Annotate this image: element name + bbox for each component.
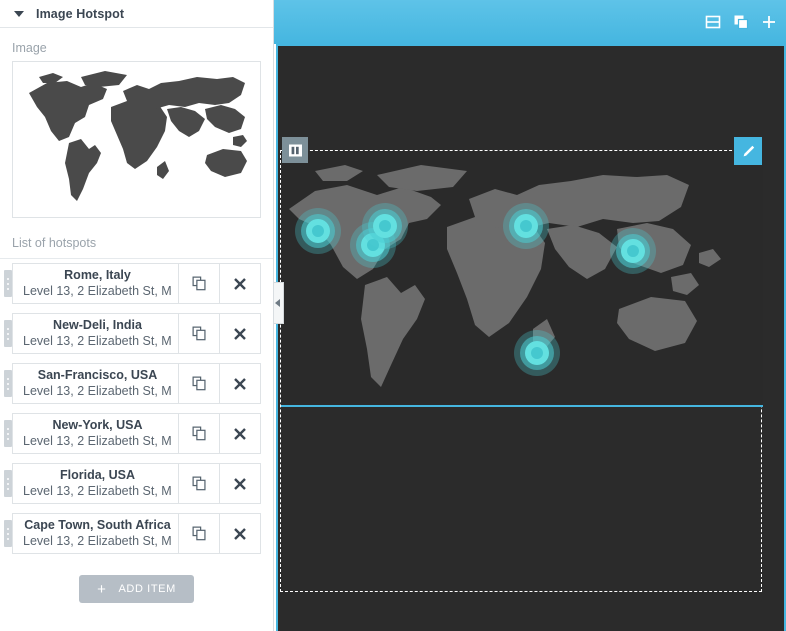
canvas-toolbar	[274, 0, 786, 44]
drag-handle-icon[interactable]	[4, 270, 12, 297]
canvas-area	[274, 0, 786, 631]
hotspot-row[interactable]: Rome, Italy Level 13, 2 Elizabeth St, Me	[4, 263, 261, 304]
chevron-left-icon	[275, 299, 280, 307]
delete-hotspot-button[interactable]	[219, 414, 260, 453]
duplicate-hotspot-button[interactable]	[178, 364, 219, 403]
add-item-container: + ADD ITEM	[0, 563, 273, 603]
delete-hotspot-button[interactable]	[219, 364, 260, 403]
hotspot-row-text: Cape Town, South Africa Level 13, 2 Eliz…	[13, 514, 178, 553]
hotspot-row-text: Florida, USA Level 13, 2 Elizabeth St, M…	[13, 464, 178, 503]
hotspot-title: San-Francisco, USA	[37, 368, 158, 382]
hotspot-row[interactable]: San-Francisco, USA Level 13, 2 Elizabeth…	[4, 363, 261, 404]
image-section-label: Image	[12, 41, 47, 55]
hotspot-row-text: New-York, USA Level 13, 2 Elizabeth St, …	[13, 414, 178, 453]
caret-down-icon[interactable]	[14, 10, 24, 17]
hotspot-title: New-York, USA	[52, 418, 143, 432]
add-icon[interactable]	[756, 9, 782, 35]
add-item-button[interactable]: + ADD ITEM	[79, 575, 194, 603]
delete-hotspot-button[interactable]	[219, 514, 260, 553]
hotspot-row[interactable]: New-York, USA Level 13, 2 Elizabeth St, …	[4, 413, 261, 454]
world-map-thumbnail-icon	[18, 64, 255, 215]
add-item-label: ADD ITEM	[118, 583, 176, 595]
hotspot-row-text: San-Francisco, USA Level 13, 2 Elizabeth…	[13, 364, 178, 403]
hotspot-subtitle: Level 13, 2 Elizabeth St, Me	[23, 534, 172, 548]
delete-hotspot-button[interactable]	[219, 314, 260, 353]
duplicate-hotspot-button[interactable]	[178, 514, 219, 553]
map-marker-cape-town-south-africa[interactable]	[514, 329, 561, 376]
pencil-icon[interactable]	[734, 137, 762, 165]
hotspot-subtitle: Level 13, 2 Elizabeth St, Me	[23, 484, 172, 498]
map-marker-new-deli-india[interactable]	[609, 228, 656, 275]
duplicate-hotspot-button[interactable]	[178, 464, 219, 503]
columns-layout-icon[interactable]	[282, 137, 308, 163]
hotspot-list-label: List of hotspots	[0, 218, 273, 259]
hotspot-list: Rome, Italy Level 13, 2 Elizabeth St, Me…	[0, 263, 273, 554]
collapse-panel-handle[interactable]	[274, 282, 284, 324]
canvas-frame	[276, 44, 786, 631]
map-marker-san-francisco-usa[interactable]	[294, 208, 341, 254]
hotspot-title: Florida, USA	[59, 468, 135, 482]
panel-header[interactable]: Image Hotspot	[0, 0, 273, 28]
left-settings-panel: Image Hotspot Image List of hotspots Rom…	[0, 0, 274, 631]
duplicate-hotspot-button[interactable]	[178, 314, 219, 353]
drag-handle-icon[interactable]	[4, 370, 12, 397]
duplicate-hotspot-button[interactable]	[178, 264, 219, 303]
hotspot-row-text: New-Deli, India Level 13, 2 Elizabeth St…	[13, 314, 178, 353]
hotspot-subtitle: Level 13, 2 Elizabeth St, Me	[23, 284, 172, 298]
plus-icon: +	[97, 580, 107, 598]
hotspot-row-text: Rome, Italy Level 13, 2 Elizabeth St, Me	[13, 264, 178, 303]
drag-handle-icon[interactable]	[4, 320, 12, 347]
hotspot-subtitle: Level 13, 2 Elizabeth St, Me	[23, 434, 172, 448]
image-hotspot-editor: Image Hotspot Image List of hotspots Rom…	[0, 0, 786, 631]
hotspot-title: Cape Town, South Africa	[24, 518, 171, 532]
hotspot-subtitle: Level 13, 2 Elizabeth St, Me	[23, 334, 172, 348]
map-marker-new-york-usa[interactable]	[361, 202, 408, 249]
drag-handle-icon[interactable]	[4, 420, 12, 447]
drag-handle-icon[interactable]	[4, 470, 12, 497]
image-preview[interactable]	[12, 61, 261, 218]
hotspot-title: New-Deli, India	[53, 318, 142, 332]
hotspot-title: Rome, Italy	[64, 268, 131, 282]
widget-container[interactable]	[280, 137, 763, 592]
duplicate-hotspot-button[interactable]	[178, 414, 219, 453]
delete-hotspot-button[interactable]	[219, 464, 260, 503]
panel-body: Image List of hotspots Rome, Italy Level…	[0, 28, 273, 631]
hotspot-row[interactable]: Florida, USA Level 13, 2 Elizabeth St, M…	[4, 463, 261, 504]
duplicate-icon[interactable]	[728, 9, 754, 35]
page-title: Image Hotspot	[36, 6, 125, 21]
drag-handle-icon[interactable]	[4, 520, 12, 547]
hotspot-row[interactable]: New-Deli, India Level 13, 2 Elizabeth St…	[4, 313, 261, 354]
hotspot-row[interactable]: Cape Town, South Africa Level 13, 2 Eliz…	[4, 513, 261, 554]
image-hotspot-widget[interactable]	[281, 151, 763, 407]
map-marker-rome-italy[interactable]	[503, 202, 550, 249]
split-rows-icon[interactable]	[700, 9, 726, 35]
delete-hotspot-button[interactable]	[219, 264, 260, 303]
hotspot-subtitle: Level 13, 2 Elizabeth St, Me	[23, 384, 172, 398]
